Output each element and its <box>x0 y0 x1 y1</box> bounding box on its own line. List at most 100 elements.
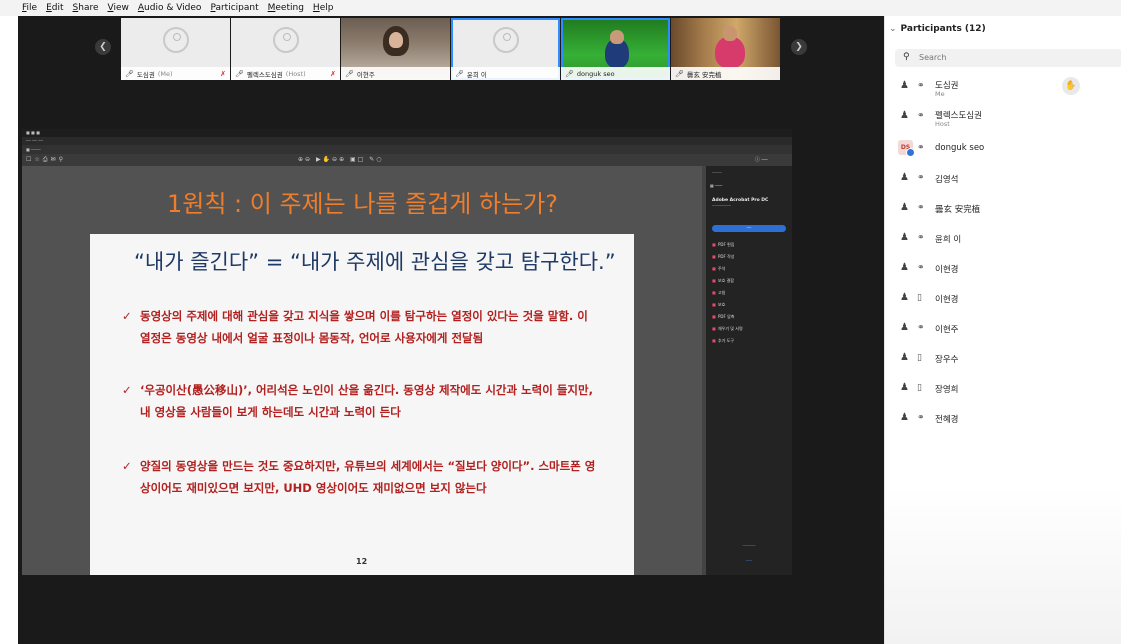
pdf-toolbar: ☐☆⎙✉⚲ ⊕⊖ ▶✋⊖⊕ ▣□ ✎○ ⓘ ── <box>22 154 792 166</box>
menu-share[interactable]: Share <box>73 3 99 13</box>
video-thumbnail-strip: 🎤︎ 도심권 (Me) ✗ 🎤︎ 펠렉스도심권 (Host) ✗ 🎤︎ 이현주 … <box>121 18 783 80</box>
shared-window-titlebar: ■ ■ ■ <box>22 129 792 137</box>
participant-name: 이현주 <box>935 325 959 335</box>
slide-bullet-text: 양질의 동영상을 만드는 것도 중요하지만, 유튜브의 세계에서는 “질보다 양… <box>140 459 596 495</box>
participant-row[interactable]: DS ⚭ donguk seo <box>895 136 1115 162</box>
participant-row[interactable]: ♟ ⚭ 이현경 <box>895 256 1115 282</box>
video-tile-active-speaker[interactable]: 🎤︎ 윤희 이 <box>451 18 560 80</box>
pdf-toolbar-left-icons: ☐☆⎙✉⚲ <box>26 156 66 163</box>
mic-icon: ⚭ <box>917 173 925 183</box>
tool-label: PDF 작성 <box>718 254 735 259</box>
tool-label: 추가 도구 <box>718 338 734 343</box>
mic-icon: 🎤︎ <box>455 69 464 78</box>
acrobat-panel-header: ▦ ─── <box>710 183 723 188</box>
chevron-down-icon: ⌄ <box>889 24 897 34</box>
participant-face <box>389 32 403 48</box>
menu-file[interactable]: File <box>22 3 37 13</box>
menu-view[interactable]: View <box>108 3 129 13</box>
menu-participant[interactable]: Participant <box>210 3 258 13</box>
user-icon: ♟ <box>900 80 909 91</box>
tile-name: 曇玄 安完植 <box>686 70 722 79</box>
participant-row[interactable]: ♟ ⚭ 曇玄 安完植 <box>895 196 1115 222</box>
participant-row[interactable]: ♟ ⚭ 윤희 이 <box>895 226 1115 252</box>
search-icon: ⚲ <box>903 52 910 62</box>
prev-thumbnails-button[interactable]: ❮ <box>95 39 111 55</box>
tile-name: 도심권 <box>136 70 155 79</box>
acrobat-tool-item[interactable]: ■ PDF 편집 <box>712 242 734 248</box>
tool-label: PDF 압축 <box>718 314 735 319</box>
tile-caption: 🎤︎ 펠렉스도심권 (Host) ✗ <box>231 67 340 80</box>
mic-icon: ⚭ <box>917 413 925 423</box>
participant-row[interactable]: ♟ ⚭ 김영석 <box>895 166 1115 192</box>
left-margin <box>0 16 18 644</box>
participant-face <box>610 30 624 44</box>
mic-icon: ⚭ <box>917 233 925 243</box>
video-tile[interactable]: 🎤︎ 펠렉스도심권 (Host) ✗ <box>231 18 340 80</box>
acrobat-tool-item[interactable]: ■ 추가 도구 <box>712 338 734 344</box>
menu-help[interactable]: Help <box>313 3 334 13</box>
page-number: 12 <box>356 557 368 566</box>
user-icon: ♟ <box>900 110 909 121</box>
user-icon: ♟ <box>900 172 909 183</box>
participant-row[interactable]: ♟ ⚭ 이현주 <box>895 316 1115 342</box>
acrobat-description: ───────── <box>712 204 731 208</box>
checkmark-icon: ✓ <box>122 383 132 397</box>
chevron-right-icon: ❯ <box>795 42 803 52</box>
participant-name: 장우수 <box>935 355 959 365</box>
slide-heading: 1원칙 : 이 주제는 나를 즐겁게 하는가? <box>167 190 558 218</box>
mic-icon: ⚭ <box>917 323 925 333</box>
slide-heading-area: 1원칙 : 이 주제는 나를 즐겁게 하는가? <box>22 166 702 234</box>
acrobat-tool-item[interactable]: ■ PDF 작성 <box>712 254 734 260</box>
video-tile[interactable]: 🎤︎ 曇玄 安完植 <box>671 18 780 80</box>
tile-name: 이현주 <box>356 70 375 79</box>
tool-label: 주석 <box>718 266 726 271</box>
video-tile[interactable]: 🎤︎ 이현주 <box>341 18 450 80</box>
video-tile[interactable]: 🎤︎ donguk seo <box>561 18 670 80</box>
pdf-document-view: 1원칙 : 이 주제는 나를 즐겁게 하는가? “내가 즐긴다” = “내가 주… <box>22 166 702 575</box>
mic-icon: ⚭ <box>917 263 925 273</box>
tile-caption: 🎤︎ 윤희 이 <box>451 67 560 80</box>
participant-name: 김영석 <box>935 175 959 185</box>
menu-bar: File Edit Share View Audio & Video Parti… <box>0 0 1121 16</box>
acrobat-tool-item[interactable]: ■ 보호 결합 <box>712 278 734 284</box>
slide-bullet-text: ‘우공이산(愚公移山)’, 어리석은 노인이 산을 옮긴다. 동영상 제작에도 … <box>140 383 593 419</box>
phone-icon: ▯ <box>917 383 922 393</box>
user-icon: ♟ <box>900 202 909 213</box>
tile-caption: 🎤︎ donguk seo <box>561 67 670 80</box>
mic-icon: 🎤︎ <box>125 69 134 78</box>
phone-icon: ▯ <box>917 293 922 303</box>
acrobat-tool-item[interactable]: ■ 보호 <box>712 302 725 308</box>
acrobat-tool-item[interactable]: ■ PDF 압축 <box>712 314 734 320</box>
participant-row[interactable]: ♟ ▯ 이현경 <box>895 286 1115 312</box>
shared-window-menubar: ── ── ── <box>22 137 792 145</box>
tool-label: PDF 편집 <box>718 242 735 247</box>
search-input[interactable] <box>919 51 1119 64</box>
tile-name: 펠렉스도심권 <box>246 70 283 79</box>
menu-edit[interactable]: Edit <box>46 3 63 13</box>
acrobat-panel-link[interactable]: ─── <box>712 559 786 563</box>
participants-header[interactable]: ⌄ Participants (12) <box>889 24 986 34</box>
user-icon: ♟ <box>900 262 909 273</box>
mic-icon: 🎤︎ <box>675 69 684 78</box>
tile-tag: (Me) <box>157 69 173 78</box>
mic-icon: ⚭ <box>917 81 925 91</box>
participant-role: Host <box>935 120 950 128</box>
participant-name: 曇玄 安完植 <box>935 205 981 215</box>
menu-audio-video[interactable]: Audio & Video <box>138 3 202 13</box>
user-icon: ♟ <box>900 232 909 243</box>
participant-row[interactable]: ♟ ⚭ 도심권 Me ✋ <box>895 74 1115 100</box>
acrobat-tool-item[interactable]: ■ 주석 <box>712 266 725 272</box>
participant-row[interactable]: ♟ ▯ 장우수 <box>895 346 1115 372</box>
participant-row[interactable]: ♟ ▯ 장영희 <box>895 376 1115 402</box>
participant-row[interactable]: ♟ ⚭ 펠렉스도심권 Host <box>895 104 1115 130</box>
acrobat-product-name: Adobe Acrobat Pro DC <box>712 198 769 203</box>
acrobat-trial-button[interactable]: ── <box>712 225 786 232</box>
menu-meeting[interactable]: Meeting <box>268 3 304 13</box>
next-thumbnails-button[interactable]: ❯ <box>791 39 807 55</box>
acrobat-tool-item[interactable]: ■ 고침 <box>712 290 725 296</box>
acrobat-tool-item[interactable]: ■ 채우기 및 서명 <box>712 326 743 332</box>
participant-row[interactable]: ♟ ⚭ 전혜경 <box>895 406 1115 432</box>
acrobat-tools-panel: ──── ▦ ─── Adobe Acrobat Pro DC ────────… <box>706 166 792 575</box>
video-tile[interactable]: 🎤︎ 도심권 (Me) ✗ <box>121 18 230 80</box>
user-icon: ♟ <box>900 292 909 303</box>
